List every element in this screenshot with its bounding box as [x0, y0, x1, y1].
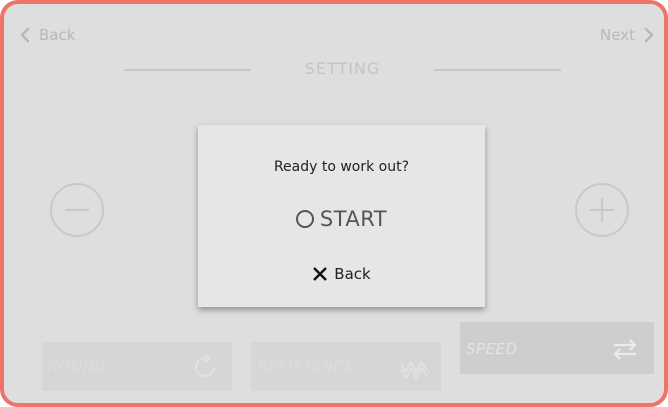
dialog-back-label: Back: [334, 265, 371, 283]
wave-icon: [400, 361, 428, 379]
nav-next-button[interactable]: Next: [600, 26, 656, 44]
speed-mode-button[interactable]: SPEED: [460, 322, 654, 374]
setting-header: SETTING: [4, 59, 664, 83]
dialog-back-button[interactable]: Back: [198, 265, 485, 283]
increment-button[interactable]: [573, 181, 631, 239]
title-divider-right: [434, 69, 561, 71]
close-icon: [313, 267, 328, 281]
round-mode-label: ROUND: [48, 358, 107, 376]
nav-back-button[interactable]: Back: [18, 26, 75, 44]
refresh-icon: [195, 354, 215, 377]
speed-mode-label: SPEED: [466, 340, 518, 358]
radio-circle-icon: [295, 210, 314, 228]
device-screen: Back Next SETTING ROUND RESISTANCE SPEED…: [0, 0, 668, 407]
swap-arrows-icon: [613, 339, 637, 360]
nav-next-label: Next: [600, 26, 635, 44]
workout-confirm-dialog: Ready to work out? START Back: [198, 125, 485, 307]
round-mode-button[interactable]: ROUND: [42, 342, 232, 391]
start-button[interactable]: START: [198, 207, 485, 231]
decrement-button[interactable]: [48, 181, 106, 239]
nav-back-label: Back: [39, 26, 76, 44]
resistance-mode-button[interactable]: RESISTANCE: [251, 342, 441, 391]
start-label: START: [319, 207, 388, 231]
chevron-right-icon: [644, 27, 654, 43]
chevron-left-icon: [20, 27, 30, 43]
resistance-mode-label: RESISTANCE: [257, 358, 355, 376]
page-title: SETTING: [304, 59, 381, 78]
title-divider-left: [124, 69, 251, 71]
dialog-title: Ready to work out?: [273, 159, 410, 175]
